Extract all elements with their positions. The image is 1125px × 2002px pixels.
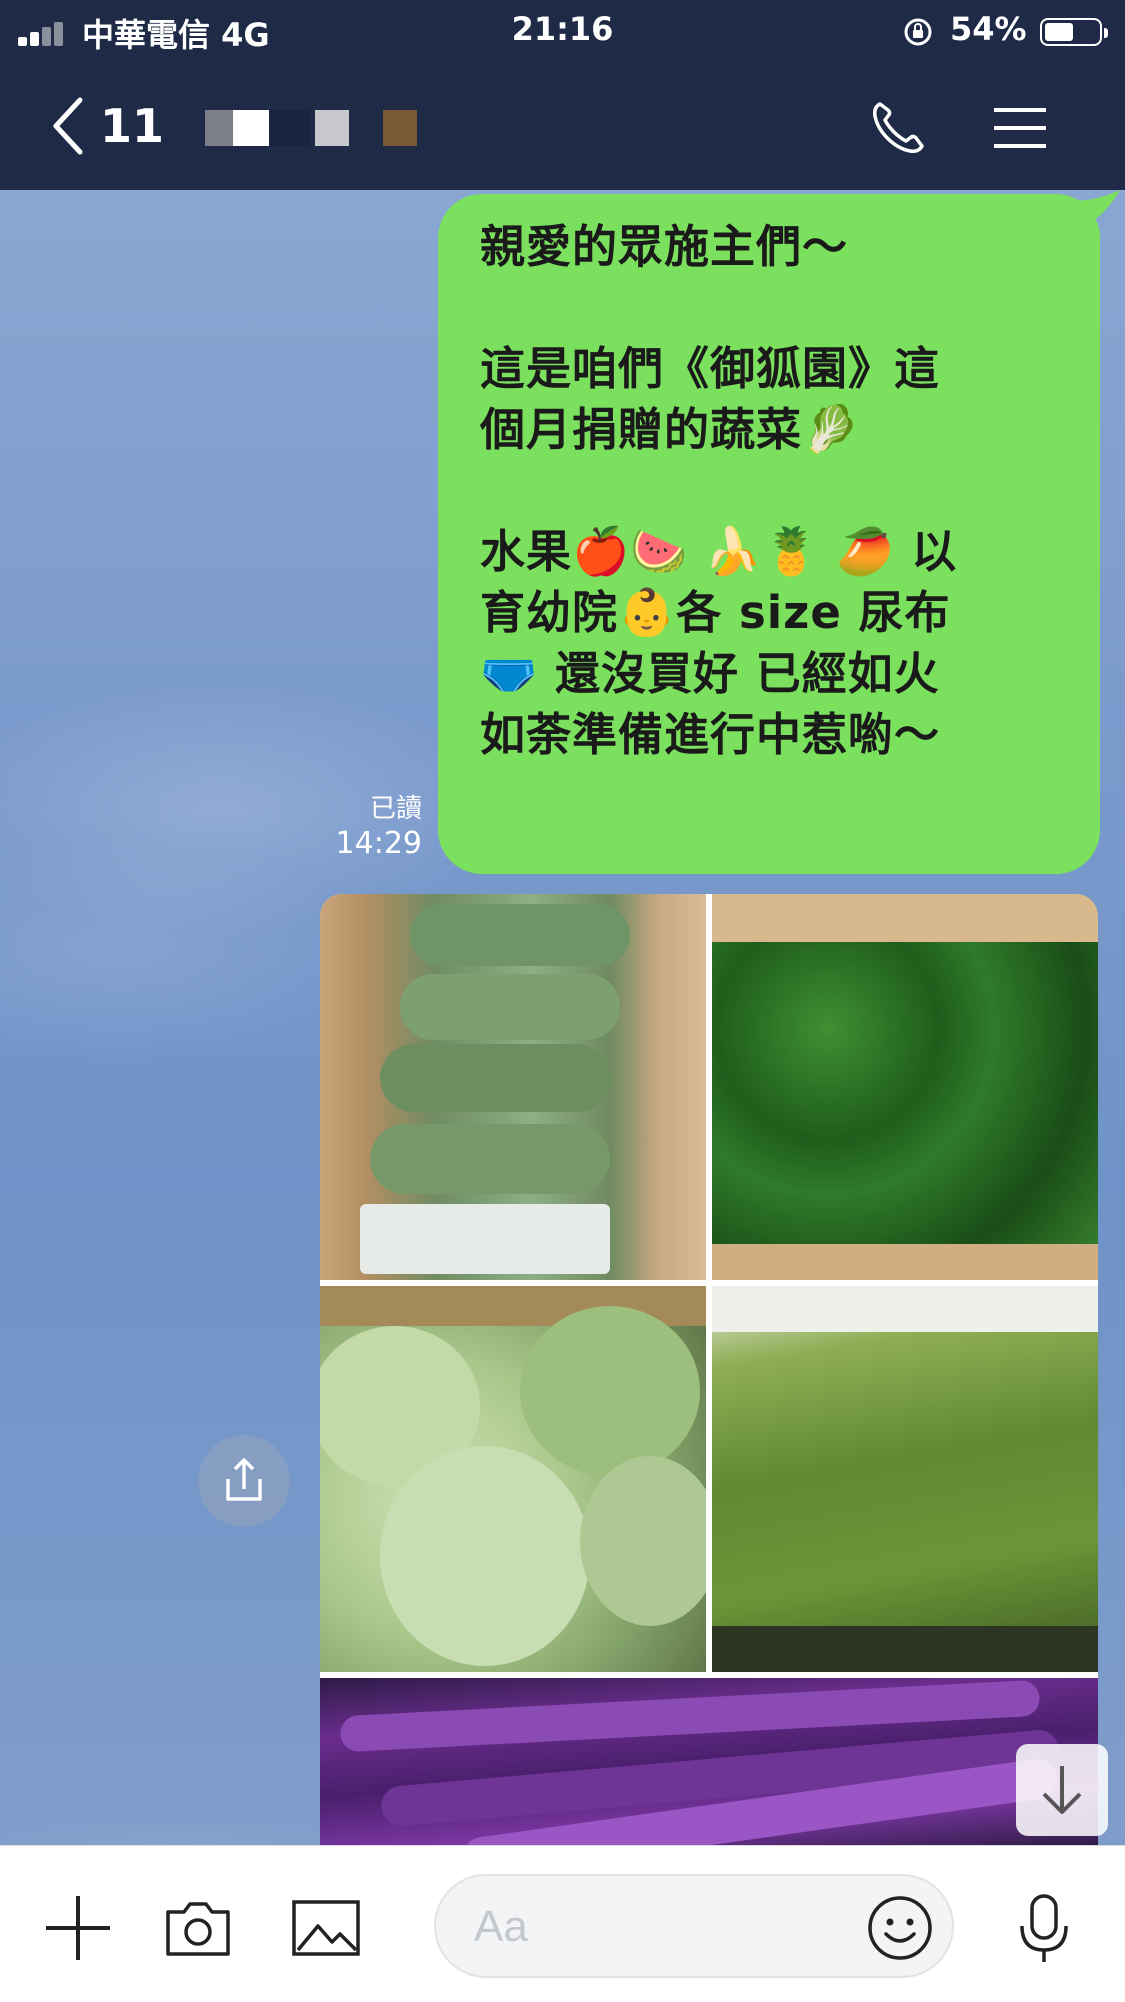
phone-icon[interactable] <box>866 96 930 160</box>
microphone-icon[interactable] <box>1008 1892 1080 1964</box>
message-text: 水果 <box>480 525 573 578</box>
message-line: 親愛的眾施主們～ <box>480 220 849 273</box>
read-receipt: 已讀 14:29 <box>300 792 422 862</box>
message-line: 🩲 還沒買好 已經如火 <box>480 643 1062 704</box>
water-spinach-photo[interactable] <box>712 1286 1098 1672</box>
message-field[interactable] <box>434 1874 954 1978</box>
emoji-icon[interactable] <box>866 1894 934 1962</box>
battery-percent: 54% <box>950 10 1027 48</box>
message-line: 如荼準備進行中惹喲～ <box>480 708 941 761</box>
message-line: 這是咱們《御狐園》這 <box>480 342 941 395</box>
rotation-lock-icon <box>904 18 932 46</box>
unread-count: 11 <box>100 99 165 153</box>
back-button[interactable]: 11 <box>50 90 180 162</box>
cabbage-photo[interactable] <box>320 1286 706 1672</box>
arrow-down-icon <box>1042 1766 1082 1814</box>
sent-time: 14:29 <box>335 826 422 861</box>
menu-icon[interactable] <box>988 96 1052 160</box>
battery-icon <box>1040 18 1108 46</box>
message-line: 育幼院👶各 size 尿布 <box>480 582 1062 643</box>
share-icon <box>226 1458 262 1501</box>
message-line: 水果🍎🍉 🍌🍍 🥭 以 <box>480 521 1062 582</box>
camera-icon[interactable] <box>162 1892 234 1964</box>
chevron-left-icon <box>53 97 83 155</box>
message-text: 個月捐贈的蔬菜 <box>480 403 803 456</box>
message-text: 以 <box>894 525 958 578</box>
leafy-green-emoji: 🥬 <box>802 402 861 456</box>
message-text: 還沒買好 已經如火 <box>538 647 940 700</box>
redacted-chat-name <box>205 110 495 150</box>
diaper-emoji: 🩲 <box>480 646 539 700</box>
sent-message-bubble[interactable]: 親愛的眾施主們～ 這是咱們《御狐園》這 個月捐贈的蔬菜🥬 水果🍎🍉 🍌🍍 🥭 以… <box>438 194 1100 874</box>
status-bar: 中華電信 4G 21:16 54% <box>0 0 1125 60</box>
loofah-photo[interactable] <box>320 894 706 1280</box>
chat-header: 11 <box>0 60 1125 190</box>
message-input[interactable] <box>472 1894 856 1960</box>
message-text: 育幼院 <box>480 586 619 639</box>
green-peppers-photo[interactable] <box>712 894 1098 1280</box>
eggplant-photo[interactable] <box>320 1678 1098 1846</box>
read-label: 已讀 <box>369 794 422 824</box>
message-line: 個月捐贈的蔬菜🥬 <box>480 399 1062 460</box>
message-spacer <box>480 460 1062 521</box>
image-icon[interactable] <box>290 1892 362 1964</box>
message-spacer <box>480 277 1062 338</box>
photo-album-message[interactable] <box>320 894 1098 1846</box>
plus-icon[interactable] <box>42 1892 114 1964</box>
share-button[interactable] <box>198 1435 290 1527</box>
fruit-emojis: 🍎🍉 🍌🍍 🥭 <box>572 524 895 578</box>
scroll-to-bottom-button[interactable] <box>1016 1744 1108 1836</box>
message-input-bar <box>0 1845 1125 2002</box>
baby-emoji: 👶 <box>618 585 677 639</box>
message-text: 各 size 尿布 <box>676 586 951 639</box>
top-bar: 中華電信 4G 21:16 54% 11 <box>0 0 1125 190</box>
